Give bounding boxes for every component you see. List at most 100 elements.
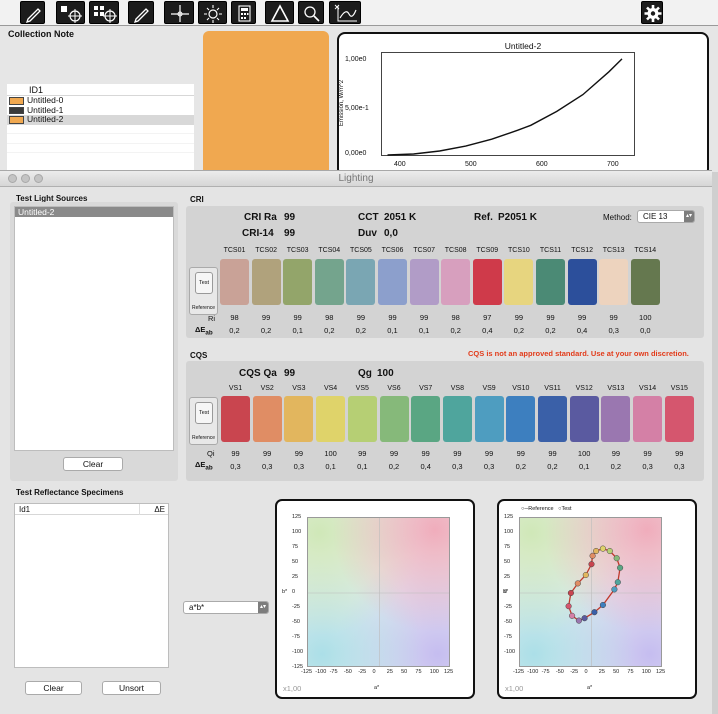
row-label: Untitled-1 — [27, 104, 64, 115]
qi-value: 99 — [358, 449, 367, 458]
window-title: Lighting — [338, 173, 374, 184]
qi-value: 99 — [263, 449, 272, 458]
spectrum-icon[interactable] — [329, 1, 361, 24]
gear-icon[interactable] — [641, 1, 663, 24]
tcs-swatch[interactable] — [472, 259, 502, 305]
crosshair-icon[interactable] — [164, 1, 194, 24]
vs-swatch[interactable] — [474, 396, 504, 442]
pencil-alt-icon[interactable] — [128, 1, 154, 24]
ref-value: P2051 K — [498, 212, 537, 223]
vs-swatch[interactable] — [506, 396, 536, 442]
vs-swatch[interactable] — [538, 396, 567, 442]
tcs-swatch[interactable] — [409, 259, 439, 305]
ab-plot-area[interactable] — [307, 517, 450, 667]
vs-swatch[interactable] — [347, 396, 377, 442]
magnifier-icon[interactable] — [298, 1, 324, 24]
vs-swatch[interactable] — [633, 396, 663, 442]
chevron-updown-icon: ▴▾ — [684, 211, 694, 222]
x-tick: 50 — [401, 669, 408, 675]
vs-swatch[interactable] — [569, 396, 599, 442]
sun-icon[interactable] — [198, 1, 227, 24]
de-label: ΔEab — [195, 325, 213, 337]
unsort-button[interactable]: Unsort — [102, 681, 161, 695]
zoom-level: x1,00 — [505, 684, 524, 693]
column-header-id1[interactable]: Id1 — [19, 505, 30, 514]
target-single-icon[interactable] — [56, 1, 85, 24]
y-tick: -75 — [504, 634, 512, 640]
color-space-value: a*b* — [189, 603, 205, 612]
x-tick: 50 — [613, 669, 620, 675]
x-tick: 25 — [598, 669, 605, 675]
tcs-swatch[interactable] — [599, 259, 629, 305]
delta-e-value: 0,3 — [261, 462, 273, 471]
collection-row-untitled-2[interactable]: Untitled-2 — [7, 114, 194, 125]
ref-label: Ref. — [474, 212, 493, 223]
specimen-point — [599, 545, 606, 552]
vs-swatch[interactable] — [379, 396, 409, 442]
x-tick: 75 — [415, 669, 422, 675]
vs-swatch[interactable] — [221, 396, 250, 442]
vs-swatch[interactable] — [664, 396, 694, 442]
empty-row — [7, 125, 194, 134]
qi-value: 100 — [577, 449, 591, 458]
column-header-delta-e[interactable]: ΔE — [139, 504, 165, 515]
tcs-swatch[interactable] — [283, 259, 313, 305]
vs-swatch[interactable] — [284, 396, 314, 442]
method-select[interactable]: CIE 13 ▴▾ — [637, 210, 695, 223]
delta-icon[interactable] — [265, 1, 294, 24]
delta-e-value: 0,1 — [325, 462, 336, 471]
tcs-swatch[interactable] — [567, 259, 597, 305]
tcs-label: TCS05 — [349, 247, 372, 254]
source-item-untitled-2[interactable]: Untitled-2 — [15, 207, 173, 217]
vs-swatch[interactable] — [411, 396, 441, 442]
tcs-swatch[interactable] — [251, 259, 281, 305]
y-tick: 5,00e-1 — [345, 105, 369, 112]
color-space-select[interactable]: a*b* ▴▾ — [183, 601, 269, 614]
delta-e-value: 0,2 — [324, 326, 335, 335]
pencil-icon[interactable] — [20, 1, 45, 24]
ri-value: 100 — [639, 313, 652, 322]
tcs-swatch[interactable] — [346, 259, 376, 305]
clear-specimens-button[interactable]: Clear — [25, 681, 82, 695]
row-label: Untitled-2 — [27, 114, 64, 124]
vs-swatch[interactable] — [442, 396, 472, 442]
cqs-test-reference-toggle[interactable]: Test Reference — [189, 397, 218, 445]
test-reference-toggle[interactable]: Test Reference — [189, 267, 218, 315]
tcs-swatch[interactable] — [536, 259, 565, 305]
vs-swatch[interactable] — [252, 396, 282, 442]
tcs-swatch[interactable] — [441, 259, 471, 305]
ri-value: 99 — [261, 313, 271, 322]
calculator-icon[interactable] — [231, 1, 256, 24]
spectrum-chart: Untitled-2 Emission, W/m^2 1,00e0 5,00e-… — [337, 32, 709, 177]
tcs-label: TCS08 — [444, 247, 467, 254]
tcs-swatch[interactable] — [314, 259, 344, 305]
clear-sources-button[interactable]: Clear — [63, 457, 123, 471]
tcs-swatch[interactable] — [220, 259, 249, 305]
vs-label: VS10 — [512, 385, 530, 392]
target-grid-icon[interactable] — [89, 1, 119, 24]
tcs-swatch[interactable] — [504, 259, 534, 305]
sources-panel: Untitled-2 Clear — [10, 202, 178, 481]
x-tick: 75 — [627, 669, 634, 675]
delta-e-value: 0,2 — [355, 326, 367, 335]
de-text: ΔE — [195, 325, 206, 334]
vs-label: VS12 — [575, 385, 593, 392]
tcs-label: TCS07 — [413, 247, 435, 254]
color-swatch — [9, 106, 24, 114]
test-button: Test — [195, 402, 213, 424]
vs-swatch[interactable] — [316, 396, 346, 442]
ab-plot-area-2[interactable] — [519, 517, 662, 667]
tcs-swatch[interactable] — [378, 259, 407, 305]
cct-label: CCT — [358, 212, 379, 223]
x-tick: 125 — [656, 669, 666, 675]
vs-label: VS6 — [387, 385, 401, 392]
cri-ra-label: CRI Ra — [244, 212, 277, 223]
vs-label: VS1 — [228, 385, 243, 392]
tcs-label: TCS03 — [286, 247, 309, 254]
reference-label: Reference — [191, 305, 216, 311]
legend-reference: Reference — [528, 506, 554, 512]
tcs-swatch[interactable] — [630, 259, 660, 305]
vs-swatch[interactable] — [601, 396, 631, 442]
main-toolbar — [0, 0, 718, 26]
vs-label: VS13 — [607, 385, 625, 392]
